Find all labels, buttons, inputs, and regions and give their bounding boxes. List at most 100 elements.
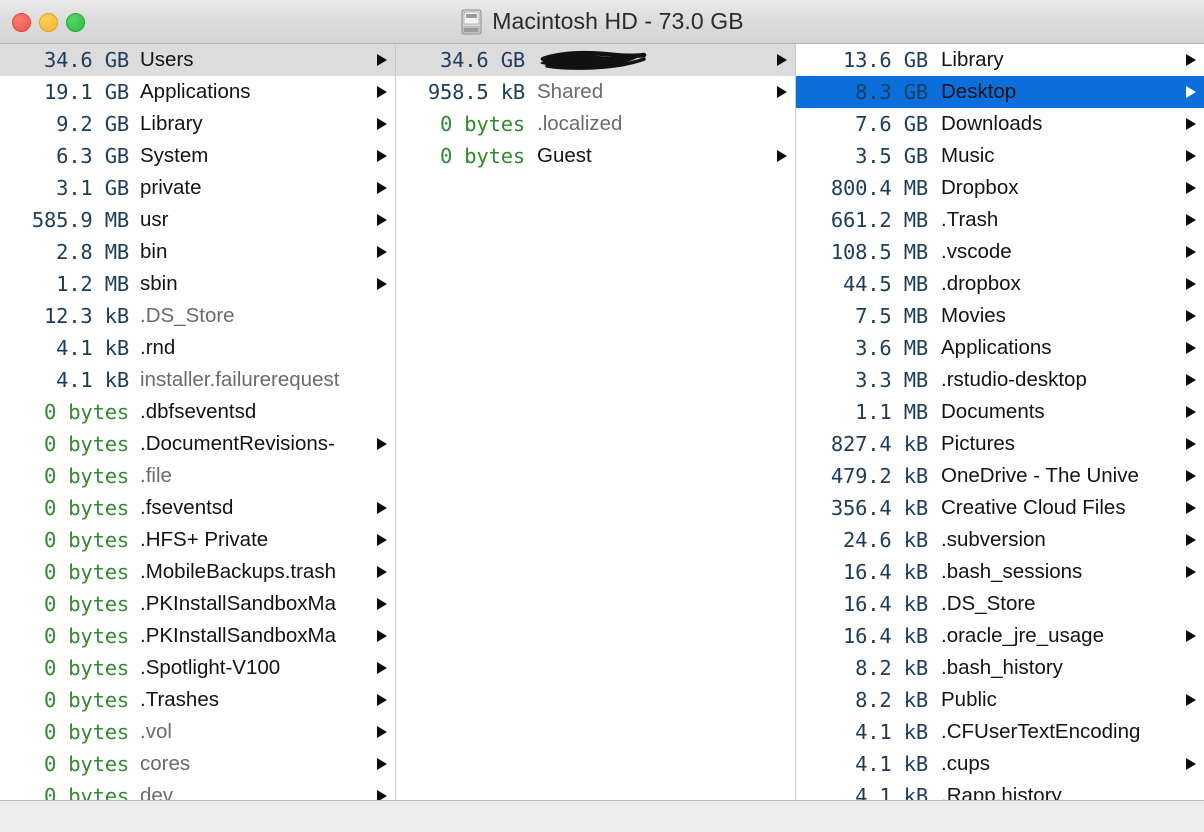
table-row[interactable]: 4.1 kB .rnd [0,332,395,364]
maximize-button[interactable] [66,12,85,32]
table-row[interactable]: 0 bytes .MobileBackups.trash [0,556,395,588]
disclosure-arrow-icon[interactable] [373,565,391,579]
table-row[interactable]: 661.2 MB .Trash [796,204,1204,236]
table-row[interactable]: 0 bytes dev [0,780,395,800]
disclosure-arrow-icon[interactable] [1182,85,1200,99]
table-row[interactable]: 3.5 GB Music [796,140,1204,172]
table-row[interactable]: 16.4 kB .bash_sessions [796,556,1204,588]
table-row[interactable]: 6.3 GB System [0,140,395,172]
table-row[interactable]: 585.9 MB usr [0,204,395,236]
table-row[interactable]: 34.6 GB [396,44,795,76]
disclosure-arrow-icon[interactable] [373,501,391,515]
table-row[interactable]: 3.6 MB Applications [796,332,1204,364]
disclosure-arrow-icon[interactable] [373,789,391,800]
disclosure-arrow-icon[interactable] [373,597,391,611]
table-row[interactable]: 16.4 kB .DS_Store [796,588,1204,620]
table-row[interactable]: 0 bytes .PKInstallSandboxMa [0,620,395,652]
table-row[interactable]: 0 bytes .file [0,460,395,492]
disclosure-arrow-icon[interactable] [373,533,391,547]
table-row[interactable]: 2.8 MB bin [0,236,395,268]
table-row[interactable]: 12.3 kB .DS_Store [0,300,395,332]
disclosure-arrow-icon[interactable] [373,693,391,707]
disclosure-arrow-icon[interactable] [1182,501,1200,515]
table-row[interactable]: 0 bytes .Trashes [0,684,395,716]
disclosure-arrow-icon[interactable] [1182,213,1200,227]
disclosure-arrow-icon[interactable] [1182,53,1200,67]
table-row[interactable]: 4.1 kB .cups [796,748,1204,780]
disclosure-arrow-icon[interactable] [373,757,391,771]
disclosure-arrow-icon[interactable] [373,661,391,675]
disclosure-arrow-icon[interactable] [373,117,391,131]
table-row[interactable]: 34.6 GB Users [0,44,395,76]
table-row[interactable]: 8.3 GB Desktop [796,76,1204,108]
disclosure-arrow-icon[interactable] [373,213,391,227]
disclosure-arrow-icon[interactable] [1182,181,1200,195]
disclosure-arrow-icon[interactable] [373,277,391,291]
disclosure-arrow-icon[interactable] [1182,341,1200,355]
minimize-button[interactable] [39,12,58,32]
table-row[interactable]: 800.4 MB Dropbox [796,172,1204,204]
disclosure-arrow-icon[interactable] [1182,693,1200,707]
table-row[interactable]: 0 bytes .vol [0,716,395,748]
disclosure-arrow-icon[interactable] [373,725,391,739]
table-row[interactable]: 356.4 kB Creative Cloud Files [796,492,1204,524]
table-row[interactable]: 8.2 kB .bash_history [796,652,1204,684]
disclosure-arrow-icon[interactable] [373,85,391,99]
disclosure-arrow-icon[interactable] [1182,437,1200,451]
disclosure-arrow-icon[interactable] [1182,245,1200,259]
table-row[interactable]: 24.6 kB .subversion [796,524,1204,556]
table-row[interactable]: 13.6 GB Library [796,44,1204,76]
disclosure-arrow-icon[interactable] [373,53,391,67]
table-row[interactable]: 1.1 MB Documents [796,396,1204,428]
disclosure-arrow-icon[interactable] [373,437,391,451]
column-home[interactable]: 13.6 GB Library 8.3 GB Desktop 7.6 GB Downloa… [796,44,1204,800]
table-row[interactable]: 3.1 GB private [0,172,395,204]
table-row[interactable]: 9.2 GB Library [0,108,395,140]
disclosure-arrow-icon[interactable] [1182,277,1200,291]
column-users[interactable]: 34.6 GB 958.5 kB Shared 0 bytes .localized 0 … [396,44,796,800]
table-row[interactable]: 7.5 MB Movies [796,300,1204,332]
disclosure-arrow-icon[interactable] [1182,149,1200,163]
table-row[interactable]: 108.5 MB .vscode [796,236,1204,268]
table-row[interactable]: 479.2 kB OneDrive - The Unive [796,460,1204,492]
table-row[interactable]: 0 bytes .DocumentRevisions- [0,428,395,460]
table-row[interactable]: 0 bytes .PKInstallSandboxMa [0,588,395,620]
table-row[interactable]: 0 bytes Guest [396,140,795,172]
table-row[interactable]: 0 bytes .HFS+ Private [0,524,395,556]
close-button[interactable] [12,12,31,32]
disclosure-arrow-icon[interactable] [773,149,791,163]
table-row[interactable]: 4.1 kB .CFUserTextEncoding [796,716,1204,748]
table-row[interactable]: 0 bytes .fseventsd [0,492,395,524]
table-row[interactable]: 0 bytes cores [0,748,395,780]
table-row[interactable]: 1.2 MB sbin [0,268,395,300]
disclosure-arrow-icon[interactable] [1182,469,1200,483]
table-row[interactable]: 44.5 MB .dropbox [796,268,1204,300]
table-row[interactable]: 958.5 kB Shared [396,76,795,108]
disclosure-arrow-icon[interactable] [373,629,391,643]
disclosure-arrow-icon[interactable] [373,245,391,259]
disclosure-arrow-icon[interactable] [773,85,791,99]
disclosure-arrow-icon[interactable] [373,181,391,195]
disclosure-arrow-icon[interactable] [1182,405,1200,419]
disclosure-arrow-icon[interactable] [1182,117,1200,131]
disclosure-arrow-icon[interactable] [1182,309,1200,323]
disclosure-arrow-icon[interactable] [1182,629,1200,643]
disclosure-arrow-icon[interactable] [373,149,391,163]
table-row[interactable]: 16.4 kB .oracle_jre_usage [796,620,1204,652]
table-row[interactable]: 4.1 kB .Rapp.history [796,780,1204,800]
disclosure-arrow-icon[interactable] [773,53,791,67]
disclosure-arrow-icon[interactable] [1182,533,1200,547]
table-row[interactable]: 0 bytes .dbfseventsd [0,396,395,428]
disclosure-arrow-icon[interactable] [1182,373,1200,387]
table-row[interactable]: 0 bytes .Spotlight-V100 [0,652,395,684]
disclosure-arrow-icon[interactable] [1182,565,1200,579]
table-row[interactable]: 827.4 kB Pictures [796,428,1204,460]
table-row[interactable]: 0 bytes .localized [396,108,795,140]
disclosure-arrow-icon[interactable] [1182,757,1200,771]
table-row[interactable]: 3.3 MB .rstudio-desktop [796,364,1204,396]
table-row[interactable]: 4.1 kB installer.failurerequest [0,364,395,396]
table-row[interactable]: 7.6 GB Downloads [796,108,1204,140]
table-row[interactable]: 8.2 kB Public [796,684,1204,716]
column-root[interactable]: 34.6 GB Users 19.1 GB Applications 9.2 GB Lib… [0,44,396,800]
table-row[interactable]: 19.1 GB Applications [0,76,395,108]
